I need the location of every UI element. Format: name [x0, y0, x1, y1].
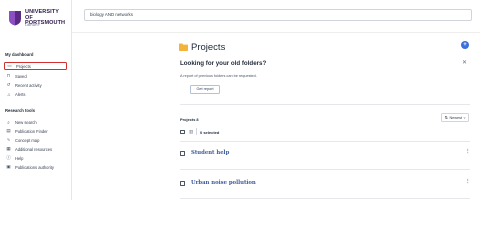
projects-count: Projects 8 [180, 117, 199, 122]
history-icon: ↺ [6, 82, 11, 87]
search-icon: ⌕ [7, 119, 10, 125]
sort-label: Newest [449, 115, 463, 120]
close-icon[interactable]: ✕ [462, 59, 467, 66]
select-all-checkbox[interactable] [180, 129, 185, 134]
get-report-button[interactable]: Get report [190, 85, 220, 94]
search-input[interactable]: biology AND networks [84, 9, 472, 21]
sidebar-item-label: Recent activity [15, 82, 42, 88]
sidebar-item-recent-activity[interactable]: ↺ Recent activity [4, 81, 67, 89]
research-tools-heading: Research tools [5, 108, 36, 113]
book-icon: ▤ [6, 128, 11, 133]
sidebar-item-alerts[interactable]: ♫ Alerts [4, 90, 67, 98]
add-project-button[interactable]: + [461, 41, 469, 49]
project-link-urban-noise-pollution[interactable]: Urban noise pollution [191, 180, 256, 186]
logo-mark-icon [9, 11, 21, 26]
authority-icon: ▣ [6, 164, 11, 169]
university-logo[interactable]: UNIVERSITY OF PORTSMOUTH LIBRARY [8, 8, 68, 30]
sidebar-item-label: Help [15, 155, 24, 161]
sort-dropdown[interactable]: ⇅ Newest ▿ [441, 113, 469, 122]
project-checkbox[interactable] [180, 151, 185, 156]
sidebar-item-label: Saved [15, 73, 27, 79]
help-icon: ⓘ [6, 155, 11, 160]
trash-icon[interactable]: ▥ [189, 129, 193, 135]
sort-icon: ⇅ [444, 115, 448, 120]
project-checkbox[interactable] [180, 181, 185, 186]
more-options-icon[interactable]: ⋮ [465, 179, 471, 185]
sidebar-item-label: New search [15, 119, 37, 125]
sidebar-item-help[interactable]: ⓘ Help [4, 154, 67, 162]
divider [180, 104, 470, 105]
logo-line-3: LIBRARY [25, 22, 40, 27]
concept-map-icon: ∿ [6, 137, 11, 142]
divider [180, 141, 470, 142]
separator [196, 128, 197, 135]
my-dashboard-heading: My dashboard [5, 52, 34, 57]
old-folders-banner-title: Looking for your old folders? [180, 60, 267, 67]
resources-icon: ▦ [6, 146, 11, 151]
sidebar-item-new-search[interactable]: ⌕ New search [4, 118, 67, 126]
sidebar-item-label: Alerts [15, 91, 26, 97]
sidebar-item-projects[interactable]: ▭ Projects [4, 62, 67, 70]
sidebar-item-label: Publications authority [15, 164, 54, 170]
folder-icon [179, 43, 188, 51]
divider [180, 198, 470, 199]
sidebar-item-saved[interactable]: ⊓ Saved [4, 72, 67, 80]
sidebar-item-label: Projects [16, 63, 31, 69]
bell-icon: ♫ [6, 91, 11, 97]
divider [180, 169, 470, 170]
sidebar-item-publication-finder[interactable]: ▤ Publication Finder [4, 127, 67, 135]
old-folders-banner-text: A report of previous folders can be requ… [180, 74, 257, 78]
top-bar: biology AND networks [72, 0, 480, 33]
page-title: Projects [191, 42, 226, 53]
sidebar-item-publications-authority[interactable]: ▣ Publications authority [4, 163, 67, 171]
sidebar-item-concept-map[interactable]: ∿ Concept map [4, 136, 67, 144]
sidebar-item-label: Concept map [15, 137, 40, 143]
selected-count: 0 selected [200, 129, 220, 135]
sidebar-item-label: Additional resources [15, 146, 53, 152]
bookmark-icon: ⊓ [6, 73, 11, 78]
folder-icon: ▭ [7, 63, 12, 68]
chevron-down-icon: ▿ [463, 115, 466, 120]
sidebar-item-additional-resources[interactable]: ▦ Additional resources [4, 145, 67, 153]
sidebar: UNIVERSITY OF PORTSMOUTH LIBRARY My dash… [0, 0, 72, 200]
sidebar-item-label: Publication Finder [15, 128, 48, 134]
project-link-student-help[interactable]: Student help [191, 150, 229, 156]
more-options-icon[interactable]: ⋮ [465, 149, 471, 155]
